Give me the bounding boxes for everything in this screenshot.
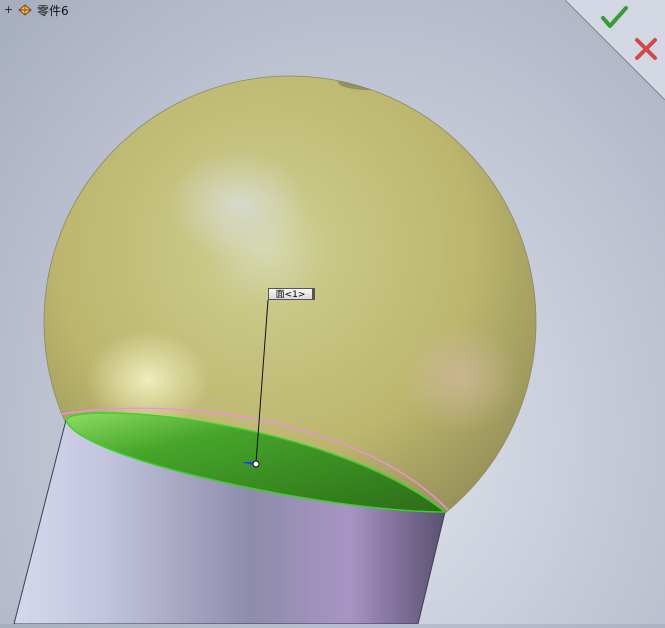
accept-check-icon[interactable]: [599, 2, 629, 32]
pick-point-marker: [252, 460, 260, 468]
feature-tree-root[interactable]: + 零件6: [4, 2, 69, 18]
cancel-close-icon[interactable]: [631, 34, 661, 64]
part-icon: [18, 4, 32, 16]
face-callout-label: 面<1>: [268, 288, 315, 300]
expand-icon[interactable]: +: [4, 2, 13, 18]
part-name[interactable]: 零件6: [37, 2, 69, 19]
confirmation-corner: [565, 0, 665, 100]
